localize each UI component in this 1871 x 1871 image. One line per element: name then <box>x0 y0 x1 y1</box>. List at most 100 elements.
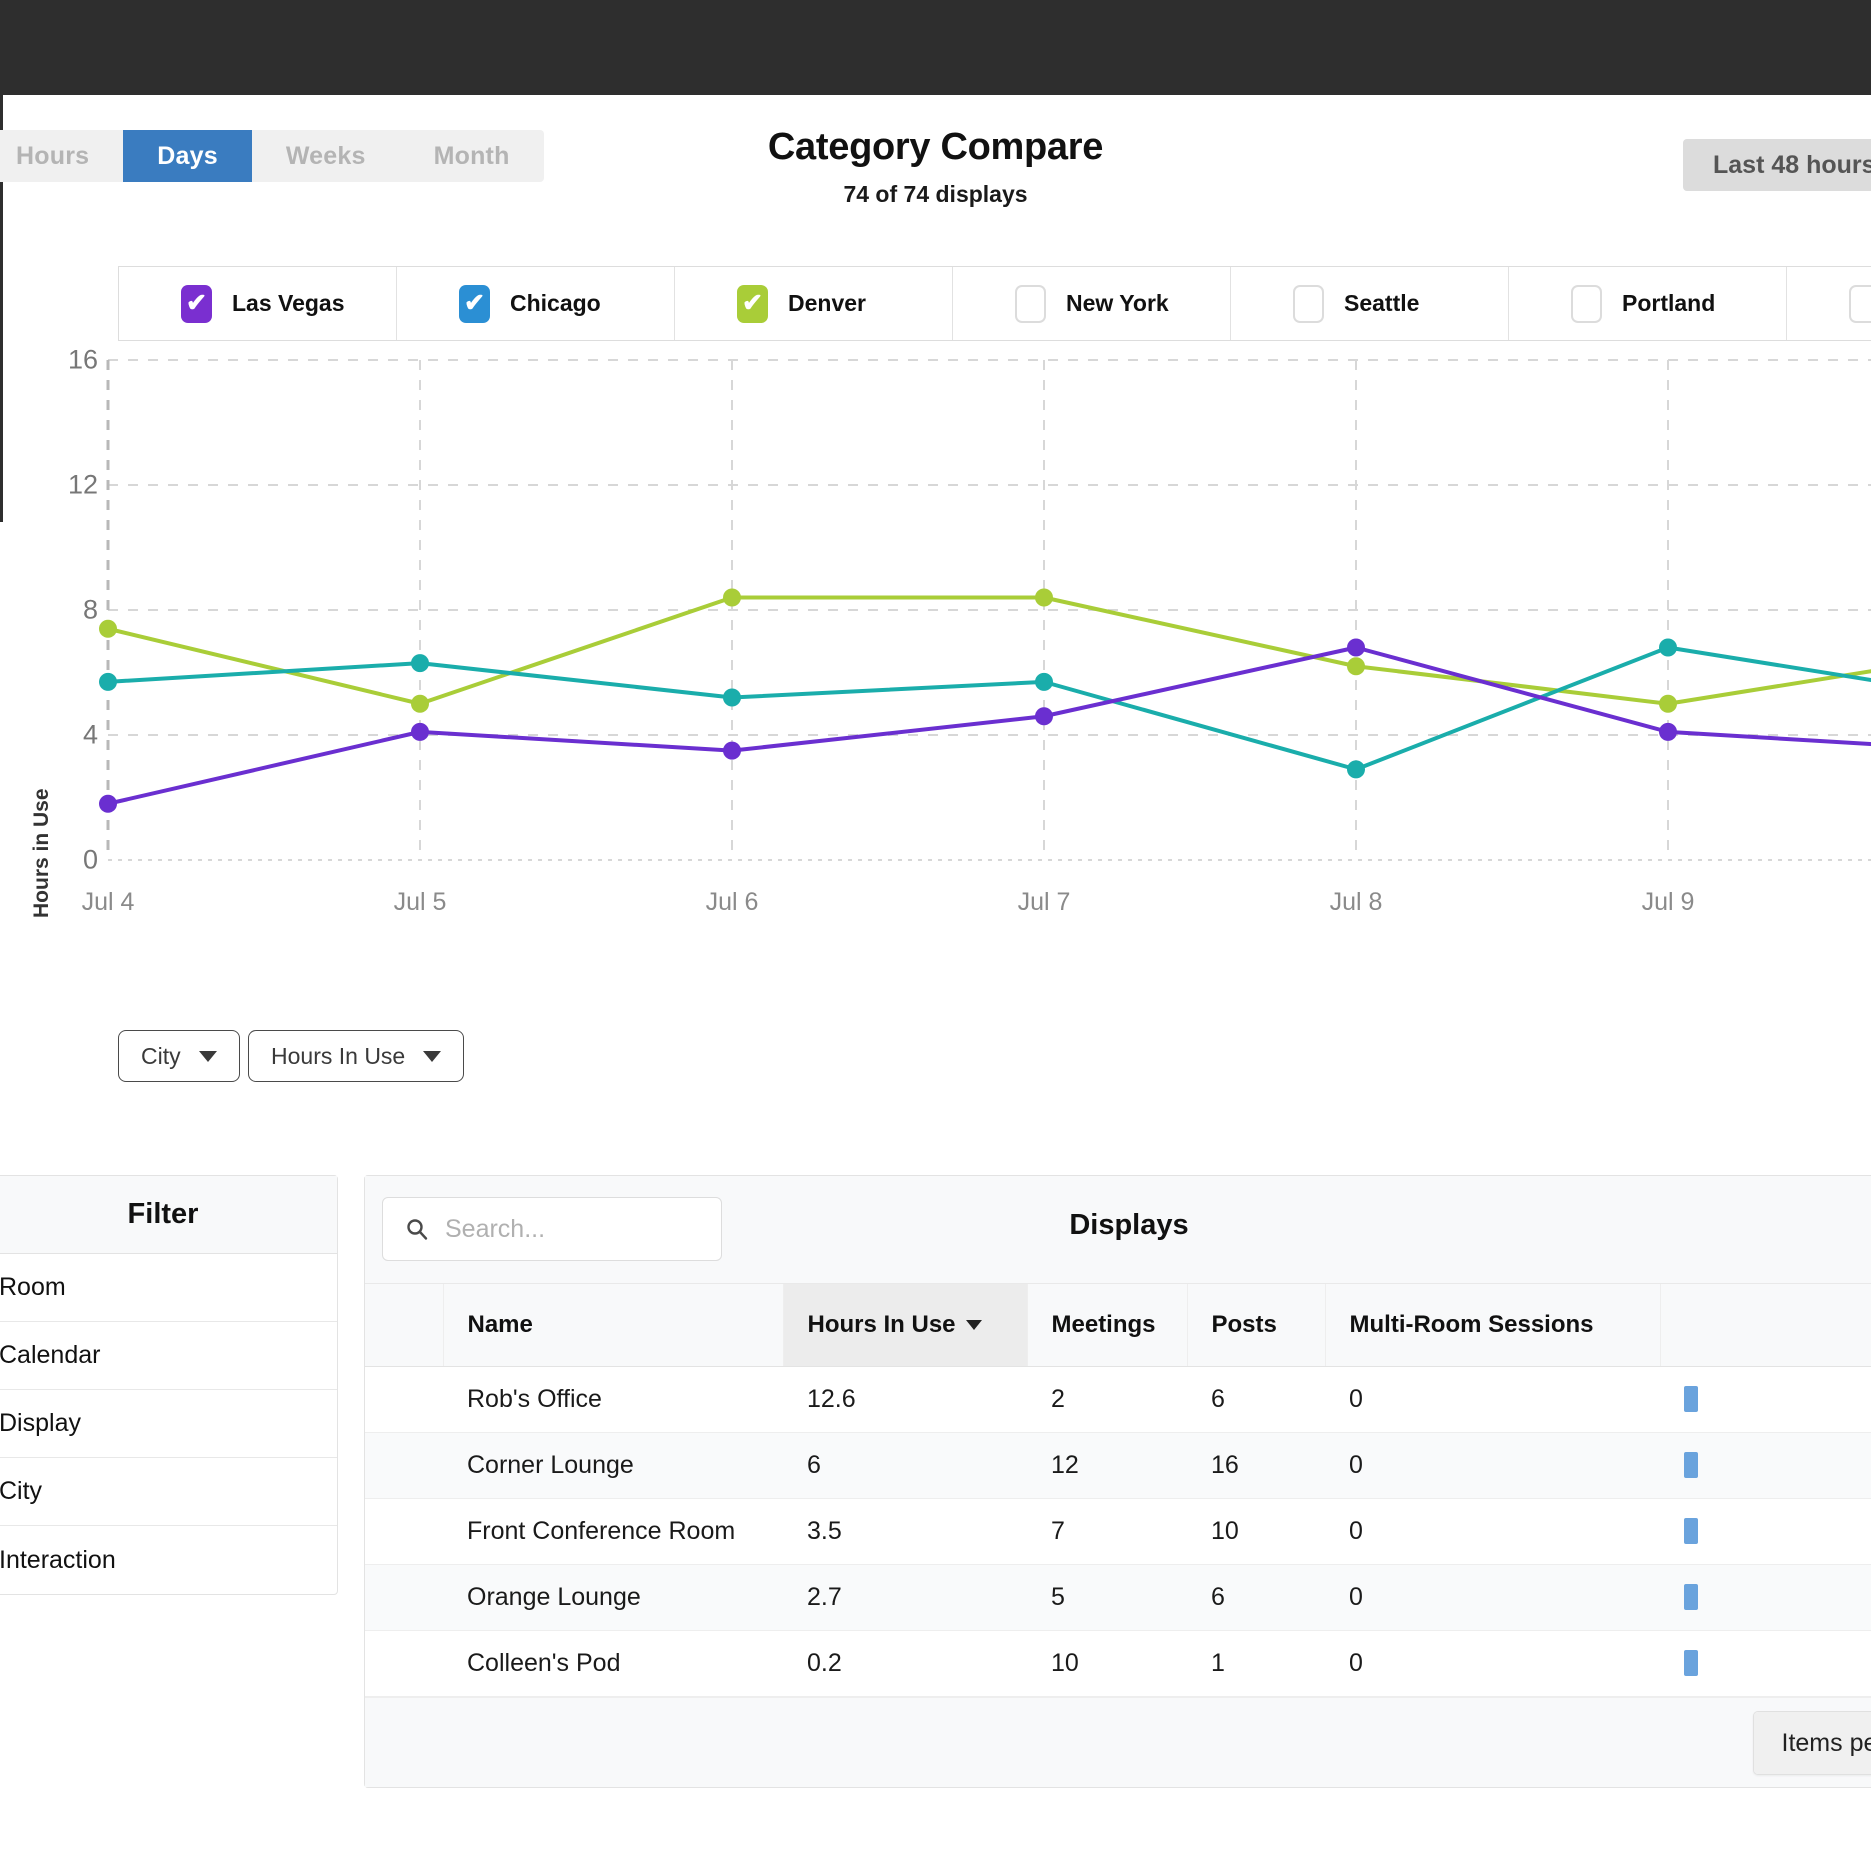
cell-meetings: 12 <box>1027 1432 1187 1499</box>
metric-dropdown[interactable]: Hours In Use <box>248 1030 465 1082</box>
data-point[interactable] <box>1659 638 1677 657</box>
filter-list: Room Calendar Display City Interaction <box>0 1254 337 1594</box>
activity-bar <box>1684 1386 1698 1412</box>
page-title-block: Category Compare 74 of 74 displays <box>0 126 1871 208</box>
chart-svg <box>99 359 1871 861</box>
data-point[interactable] <box>1035 672 1053 691</box>
cell-multi-room-sessions: 0 <box>1325 1564 1660 1631</box>
cell-multi-room-sessions: 0 <box>1325 1366 1660 1433</box>
filter-item-city[interactable]: City <box>0 1458 337 1526</box>
y-tick-label: 16 <box>67 344 98 375</box>
data-point[interactable] <box>1035 588 1053 607</box>
data-point[interactable] <box>1035 707 1053 726</box>
x-tick-label: Jul 8 <box>1329 888 1383 916</box>
legend-item-denver[interactable]: ✔ Denver <box>675 267 953 340</box>
row-spacer <box>365 1498 443 1565</box>
row-spacer <box>365 1366 443 1433</box>
filter-item-interaction[interactable]: Interaction <box>0 1526 337 1594</box>
data-point[interactable] <box>1659 722 1677 741</box>
legend-item-label: Las Vegas <box>232 290 345 316</box>
data-point[interactable] <box>1347 657 1365 676</box>
checkbox-checked-icon[interactable]: ✔ <box>459 284 490 323</box>
group-by-dropdown[interactable]: City <box>118 1030 240 1082</box>
table-row[interactable]: Colleen's Pod 0.2 10 1 0 <box>365 1630 1871 1697</box>
column-header-meetings[interactable]: Meetings <box>1027 1284 1188 1367</box>
column-header-name[interactable]: Name <box>443 1284 784 1367</box>
cell-activity <box>1660 1366 1871 1433</box>
checkbox-unchecked-icon[interactable] <box>1293 284 1324 323</box>
column-header-blank <box>365 1284 444 1367</box>
row-spacer <box>365 1630 443 1697</box>
legend-item-portland[interactable]: Portland <box>1509 267 1787 340</box>
data-point[interactable] <box>723 588 741 607</box>
data-point[interactable] <box>1659 694 1677 713</box>
items-per-page-label: Items per page <box>1753 1711 1871 1774</box>
chevron-down-icon <box>423 1050 442 1062</box>
time-range-button[interactable]: Last 48 hours <box>1683 139 1871 191</box>
cell-activity <box>1660 1564 1871 1631</box>
cell-hours-in-use: 3.5 <box>783 1498 1027 1565</box>
checkbox-checked-icon[interactable]: ✔ <box>181 284 212 323</box>
displays-table: Name Hours In Use Meetings Posts Multi-Room … <box>365 1284 1871 1697</box>
data-point[interactable] <box>99 794 117 813</box>
legend-item-label: Portland <box>1622 290 1716 316</box>
filter-item-room[interactable]: Room <box>0 1254 337 1322</box>
cell-posts: 6 <box>1187 1564 1325 1631</box>
table-row[interactable]: Rob's Office 12.6 2 6 0 <box>365 1366 1871 1433</box>
data-point[interactable] <box>411 722 429 741</box>
data-point[interactable] <box>99 672 117 691</box>
column-header-multi-room-sessions[interactable]: Multi-Room Sessions <box>1325 1284 1661 1367</box>
line-chart: Hours in Use 0 4 8 12 16 Jul 4 Jul 5 Jul 6 Jul … <box>0 345 1871 980</box>
legend-item-seattle[interactable]: Seattle <box>1231 267 1509 340</box>
cell-name: Orange Lounge <box>443 1564 783 1631</box>
column-header-posts[interactable]: Posts <box>1187 1284 1326 1367</box>
chevron-down-icon <box>198 1050 217 1062</box>
legend-item-las-vegas[interactable]: ✔ Las Vegas <box>119 267 397 340</box>
x-tick-label: Jul 9 <box>1641 888 1695 916</box>
legend-item-label: Chicago <box>510 290 601 316</box>
city-legend: ✔ Las Vegas ✔ Chicago ✔ Denver New York Seattle… <box>118 266 1871 341</box>
legend-item-chicago[interactable]: ✔ Chicago <box>397 267 675 340</box>
top-bar <box>0 0 1871 95</box>
data-point[interactable] <box>723 741 741 760</box>
cell-hours-in-use: 12.6 <box>783 1366 1027 1433</box>
data-point[interactable] <box>99 619 117 638</box>
y-axis-ticks: 0 4 8 12 16 <box>0 345 98 980</box>
data-point[interactable] <box>723 688 741 707</box>
data-point[interactable] <box>1347 638 1365 657</box>
legend-item-s[interactable]: S <box>1787 267 1871 340</box>
table-row[interactable]: Orange Lounge 2.7 5 6 0 <box>365 1564 1871 1631</box>
column-header-blank <box>1660 1284 1871 1367</box>
page-title: Category Compare <box>767 126 1104 168</box>
displays-panel: Search... Displays Name Hours In Use Meeti… <box>364 1175 1871 1788</box>
column-header-hours-in-use[interactable]: Hours In Use <box>783 1284 1028 1367</box>
checkbox-unchecked-icon[interactable] <box>1571 284 1602 323</box>
table-row[interactable]: Front Conference Room 3.5 7 10 0 <box>365 1498 1871 1565</box>
data-point[interactable] <box>1347 760 1365 779</box>
data-point[interactable] <box>411 654 429 673</box>
filter-item-display[interactable]: Display <box>0 1390 337 1458</box>
table-row[interactable]: Corner Lounge 6 12 16 0 <box>365 1432 1871 1499</box>
metric-value: Hours In Use <box>271 1042 406 1069</box>
cell-meetings: 7 <box>1027 1498 1187 1565</box>
cell-posts: 10 <box>1187 1498 1325 1565</box>
filter-item-calendar[interactable]: Calendar <box>0 1322 337 1390</box>
sort-descending-icon <box>965 1320 982 1331</box>
cell-name: Corner Lounge <box>443 1432 783 1499</box>
row-spacer <box>365 1432 443 1499</box>
checkbox-unchecked-icon[interactable] <box>1849 284 1871 323</box>
cell-name: Rob's Office <box>443 1366 783 1433</box>
legend-item-label: New York <box>1066 290 1169 316</box>
data-point[interactable] <box>411 694 429 713</box>
y-tick-label: 4 <box>82 719 98 750</box>
y-tick-label: 12 <box>67 469 98 500</box>
cell-posts: 6 <box>1187 1366 1325 1433</box>
checkbox-checked-icon[interactable]: ✔ <box>737 284 768 323</box>
activity-bar <box>1684 1584 1698 1610</box>
checkbox-unchecked-icon[interactable] <box>1015 284 1046 323</box>
cell-posts: 16 <box>1187 1432 1325 1499</box>
legend-item-label: Seattle <box>1344 290 1420 316</box>
group-by-value: City <box>141 1042 181 1069</box>
series-line-chicago <box>106 645 1871 772</box>
legend-item-new-york[interactable]: New York <box>953 267 1231 340</box>
